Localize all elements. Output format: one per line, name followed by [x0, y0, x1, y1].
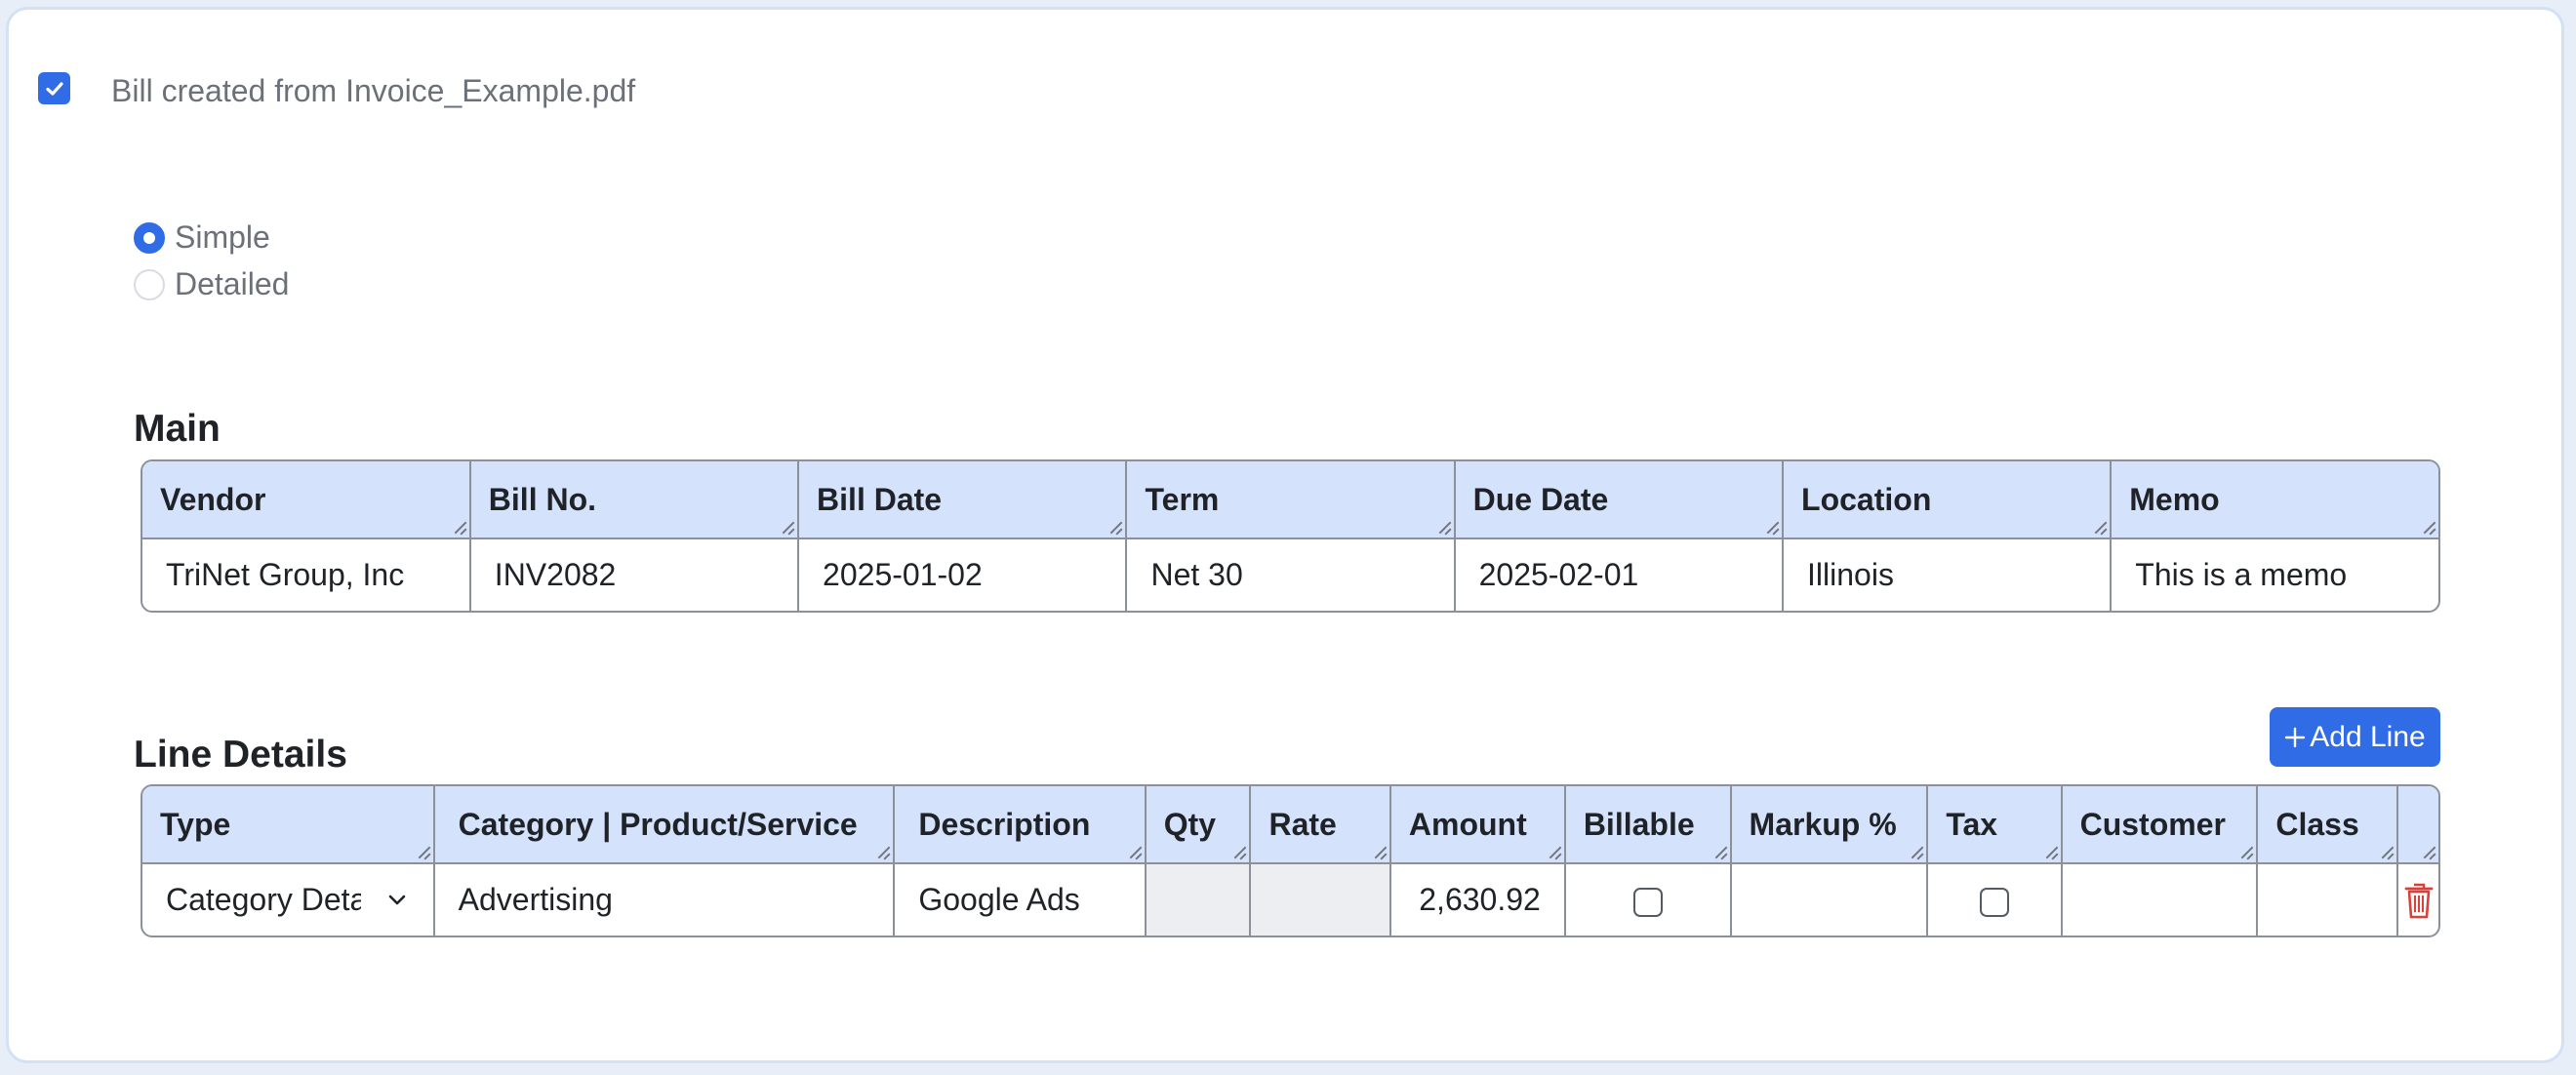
- resize-handle-icon[interactable]: [1108, 521, 1122, 535]
- header-location[interactable]: Location: [1784, 461, 2113, 539]
- header-tax[interactable]: Tax: [1928, 786, 2063, 864]
- memo-field[interactable]: This is a memo: [2112, 539, 2438, 611]
- resize-handle-icon[interactable]: [2044, 846, 2058, 859]
- resize-handle-icon[interactable]: [876, 846, 890, 859]
- header-billable[interactable]: Billable: [1565, 786, 1732, 864]
- resize-handle-icon[interactable]: [1128, 846, 1142, 859]
- header-class[interactable]: Class: [2258, 786, 2399, 864]
- header-markup[interactable]: Markup %: [1731, 786, 1929, 864]
- customer-field[interactable]: [2063, 864, 2259, 936]
- add-line-button[interactable]: Add Line: [2270, 707, 2440, 767]
- resize-handle-icon[interactable]: [781, 521, 794, 535]
- resize-handle-icon[interactable]: [1232, 846, 1246, 859]
- location-field[interactable]: Illinois: [1784, 539, 2113, 611]
- resize-handle-icon[interactable]: [2422, 521, 2435, 535]
- resize-handle-icon[interactable]: [1765, 521, 1779, 535]
- plus-icon: [2285, 727, 2306, 747]
- main-section-title: Main: [134, 408, 221, 450]
- main-header-row: Vendor Bill No. Bill Date Term Due Date …: [142, 461, 2438, 539]
- qty-field: [1146, 864, 1252, 936]
- billable-cell: [1566, 864, 1732, 936]
- tax-cell: [1928, 864, 2063, 936]
- header-bill-no[interactable]: Bill No.: [470, 461, 800, 539]
- resize-handle-icon[interactable]: [1373, 846, 1387, 859]
- resize-handle-icon[interactable]: [2239, 846, 2253, 859]
- radio-simple-button[interactable]: [134, 221, 165, 254]
- header-amount[interactable]: Amount: [1390, 786, 1566, 864]
- type-select-value: Category Details: [166, 882, 361, 917]
- resize-handle-icon[interactable]: [417, 846, 430, 859]
- radio-detailed-label: Detailed: [175, 266, 290, 301]
- description-field[interactable]: Google Ads: [895, 864, 1147, 936]
- main-table: Vendor Bill No. Bill Date Term Due Date …: [141, 459, 2440, 613]
- main-data-row: TriNet Group, Inc INV2082 2025-01-02 Net…: [142, 539, 2438, 611]
- header-rate[interactable]: Rate: [1251, 786, 1391, 864]
- resize-handle-icon[interactable]: [2422, 846, 2435, 859]
- resize-handle-icon[interactable]: [2093, 521, 2107, 535]
- billable-checkbox[interactable]: [1632, 887, 1663, 917]
- header-type[interactable]: Type: [142, 786, 435, 864]
- type-select[interactable]: Category Details: [142, 864, 435, 936]
- header-bill-date[interactable]: Bill Date: [799, 461, 1128, 539]
- resize-handle-icon[interactable]: [453, 521, 466, 535]
- bill-date-field[interactable]: 2025-01-02: [799, 539, 1128, 611]
- header-memo[interactable]: Memo: [2112, 461, 2438, 539]
- header-due-date[interactable]: Due Date: [1455, 461, 1785, 539]
- bill-created-checkbox[interactable]: [38, 72, 70, 104]
- check-icon: [45, 81, 63, 96]
- line-header-row: Type Category | Product/Service Descript…: [142, 786, 2438, 864]
- header-qty[interactable]: Qty: [1146, 786, 1252, 864]
- radio-detailed-button[interactable]: [134, 268, 165, 300]
- radio-detailed[interactable]: Detailed: [134, 266, 289, 302]
- radio-simple[interactable]: Simple: [134, 219, 270, 256]
- header-description[interactable]: Description: [895, 786, 1147, 864]
- header-customer[interactable]: Customer: [2062, 786, 2259, 864]
- chevron-down-icon: [388, 895, 405, 904]
- line-details-title: Line Details: [134, 734, 347, 776]
- resize-handle-icon[interactable]: [1910, 846, 1923, 859]
- due-date-field[interactable]: 2025-02-01: [1456, 539, 1785, 611]
- header-term[interactable]: Term: [1127, 461, 1456, 539]
- line-details-table: Type Category | Product/Service Descript…: [141, 784, 2440, 937]
- resize-handle-icon[interactable]: [1437, 521, 1451, 535]
- vendor-field[interactable]: TriNet Group, Inc: [142, 539, 471, 611]
- radio-simple-label: Simple: [175, 219, 270, 255]
- delete-cell: [2398, 864, 2438, 936]
- bill-created-label: Bill created from Invoice_Example.pdf: [111, 73, 636, 108]
- header-vendor[interactable]: Vendor: [142, 461, 471, 539]
- header-actions: [2398, 786, 2438, 864]
- category-field[interactable]: Advertising: [435, 864, 896, 936]
- class-field[interactable]: [2258, 864, 2399, 936]
- amount-field[interactable]: 2,630.92: [1391, 864, 1566, 936]
- resize-handle-icon[interactable]: [1713, 846, 1727, 859]
- trash-icon[interactable]: [2403, 881, 2435, 920]
- resize-handle-icon[interactable]: [1548, 846, 1561, 859]
- markup-field[interactable]: [1732, 864, 1929, 936]
- resize-handle-icon[interactable]: [2380, 846, 2394, 859]
- bill-no-field[interactable]: INV2082: [471, 539, 800, 611]
- rate-field: [1251, 864, 1391, 936]
- term-field[interactable]: Net 30: [1127, 539, 1456, 611]
- add-line-label: Add Line: [2310, 720, 2426, 753]
- tax-checkbox[interactable]: [1979, 887, 2009, 917]
- table-row: Category Details Advertising Google Ads …: [142, 864, 2438, 936]
- header-category[interactable]: Category | Product/Service: [434, 786, 896, 864]
